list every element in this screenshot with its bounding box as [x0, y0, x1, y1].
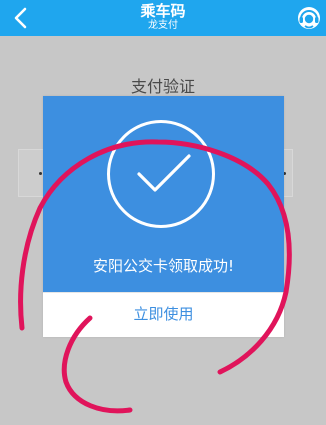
success-message: 安阳公交卡领取成功! — [92, 257, 234, 275]
payment-verification-title: 支付验证 — [130, 77, 195, 96]
use-now-button[interactable]: 立即使用 — [43, 292, 284, 337]
success-dialog: 安阳公交卡领取成功! 立即使用 — [43, 96, 284, 337]
password-dot — [39, 172, 42, 175]
app-header: 乘车码 龙支付 — [0, 0, 326, 36]
checkmark-icon — [137, 154, 191, 192]
page-title: 乘车码 — [140, 2, 186, 20]
page-subtitle: 龙支付 — [148, 20, 178, 31]
customer-service-icon[interactable] — [296, 5, 322, 31]
